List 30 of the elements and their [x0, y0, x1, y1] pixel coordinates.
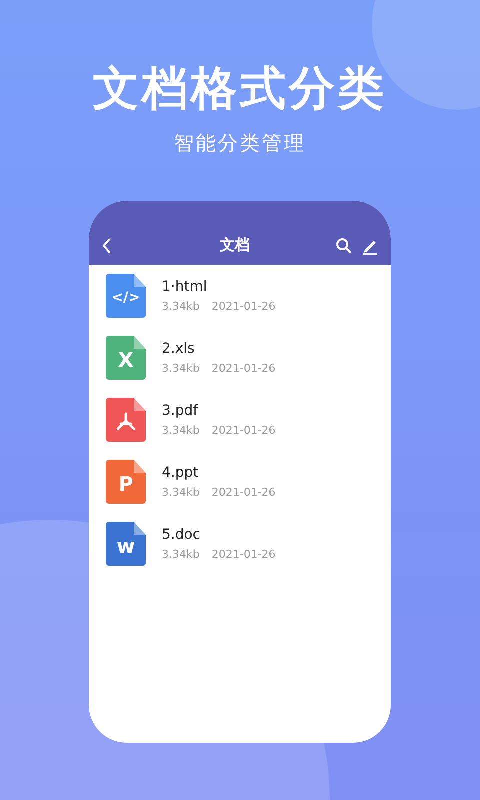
file-row[interactable]: X 2.xls 3.34kb 2021-01-26 — [89, 327, 391, 389]
file-icon: X — [106, 336, 146, 380]
file-date: 2021-01-26 — [212, 486, 276, 499]
file-row[interactable]: 3.pdf 3.34kb 2021-01-26 — [89, 389, 391, 451]
file-size: 3.34kb — [162, 300, 200, 313]
file-icon: w — [106, 522, 146, 566]
file-name: 4.ppt — [162, 465, 200, 481]
search-icon[interactable] — [335, 237, 353, 255]
file-size: 3.34kb — [162, 548, 200, 561]
file-size: 3.34kb — [162, 362, 200, 375]
subheadline: 智能分类管理 — [174, 130, 306, 157]
file-name: 3.pdf — [162, 403, 200, 419]
headline: 文档格式分类 — [93, 60, 387, 117]
back-icon[interactable] — [101, 237, 113, 255]
file-date: 2021-01-26 — [212, 362, 276, 375]
file-date: 2021-01-26 — [212, 548, 276, 561]
file-row[interactable]: P 4.ppt 3.34kb 2021-01-26 — [89, 451, 391, 513]
file-name: 2.xls — [162, 341, 196, 357]
pdf-icon — [115, 412, 137, 432]
file-size: 3.34kb — [162, 486, 200, 499]
file-row[interactable]: </> 1·html 3.34kb 2021-01-26 — [89, 265, 391, 327]
file-date: 2021-01-26 — [212, 424, 276, 437]
file-icon: P — [106, 460, 146, 504]
file-row[interactable]: w 5.doc 3.34kb 2021-01-26 — [89, 513, 391, 575]
file-name: 1·html — [162, 279, 208, 295]
file-name: 5.doc — [162, 527, 202, 543]
file-size: 3.34kb — [162, 424, 200, 437]
header-title: 文档 — [220, 236, 250, 255]
file-date: 2021-01-26 — [212, 300, 276, 313]
file-icon: </> — [106, 274, 146, 318]
